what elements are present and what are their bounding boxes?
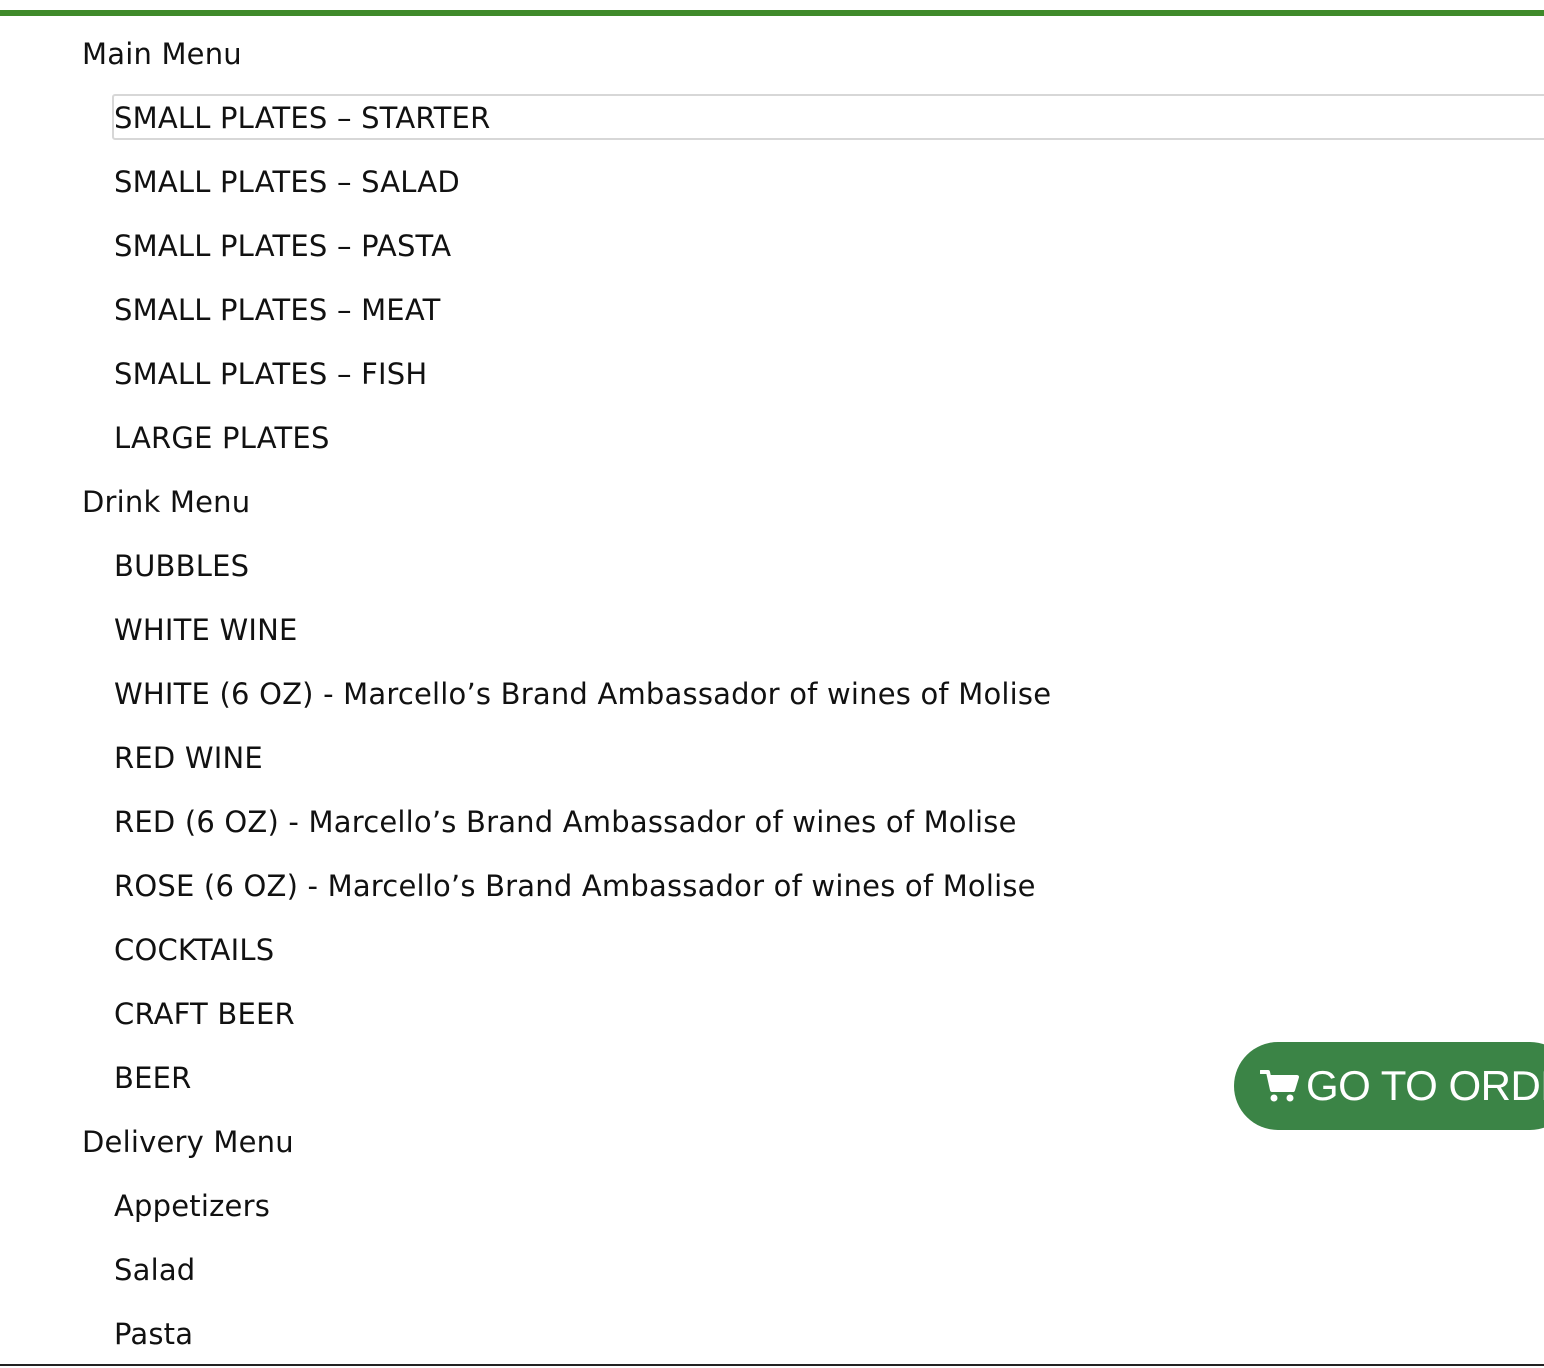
option-label: RED (6 OZ) - Marcello’s Brand Ambassador… bbox=[114, 805, 1017, 839]
option-label: SMALL PLATES – STARTER bbox=[114, 101, 491, 135]
option-cocktails[interactable]: COCKTAILS bbox=[0, 918, 1544, 982]
option-white-wine[interactable]: WHITE WINE bbox=[0, 598, 1544, 662]
option-bubbles[interactable]: BUBBLES bbox=[0, 534, 1544, 598]
option-label: LARGE PLATES bbox=[114, 421, 330, 455]
option-appetizers[interactable]: Appetizers bbox=[0, 1174, 1544, 1238]
optgroup-label: Drink Menu bbox=[82, 485, 251, 519]
category-dropdown-list[interactable]: Main Menu SMALL PLATES – STARTER SMALL P… bbox=[0, 22, 1544, 1366]
option-label: WHITE (6 OZ) - Marcello’s Brand Ambassad… bbox=[114, 677, 1052, 711]
option-red-6oz[interactable]: RED (6 OZ) - Marcello’s Brand Ambassador… bbox=[0, 790, 1544, 854]
go-to-order-label: GO TO ORDE bbox=[1306, 1062, 1544, 1109]
option-red-wine[interactable]: RED WINE bbox=[0, 726, 1544, 790]
option-label: BEER bbox=[114, 1061, 192, 1095]
option-label: WHITE WINE bbox=[114, 613, 298, 647]
option-label: Pasta bbox=[114, 1317, 194, 1351]
option-craft-beer[interactable]: CRAFT BEER bbox=[0, 982, 1544, 1046]
optgroup-main-menu: Main Menu bbox=[0, 22, 1544, 86]
option-label: SMALL PLATES – SALAD bbox=[114, 165, 460, 199]
option-label: SMALL PLATES – FISH bbox=[114, 357, 428, 391]
option-small-plates-starter[interactable]: SMALL PLATES – STARTER bbox=[0, 86, 1544, 150]
option-small-plates-pasta[interactable]: SMALL PLATES – PASTA bbox=[0, 214, 1544, 278]
option-label: ROSE (6 OZ) - Marcello’s Brand Ambassado… bbox=[114, 869, 1036, 903]
option-pasta[interactable]: Pasta bbox=[0, 1302, 1544, 1366]
option-label: Salad bbox=[114, 1253, 196, 1287]
option-label: Appetizers bbox=[114, 1189, 271, 1223]
option-small-plates-salad[interactable]: SMALL PLATES – SALAD bbox=[0, 150, 1544, 214]
optgroup-label: Delivery Menu bbox=[82, 1125, 294, 1159]
option-small-plates-meat[interactable]: SMALL PLATES – MEAT bbox=[0, 278, 1544, 342]
cart-icon bbox=[1260, 1070, 1299, 1102]
option-large-plates[interactable]: LARGE PLATES bbox=[0, 406, 1544, 470]
option-label: RED WINE bbox=[114, 741, 263, 775]
option-label: SMALL PLATES – MEAT bbox=[114, 293, 441, 327]
option-label: SMALL PLATES – PASTA bbox=[114, 229, 452, 263]
option-label: BUBBLES bbox=[114, 549, 250, 583]
optgroup-label: Main Menu bbox=[82, 37, 242, 71]
bottom-divider bbox=[0, 1364, 1544, 1366]
option-rose-6oz[interactable]: ROSE (6 OZ) - Marcello’s Brand Ambassado… bbox=[0, 854, 1544, 918]
top-accent-bar bbox=[0, 10, 1544, 16]
option-label: CRAFT BEER bbox=[114, 997, 295, 1031]
go-to-order-button[interactable]: GO TO ORDE bbox=[1234, 1042, 1544, 1130]
option-label: COCKTAILS bbox=[114, 933, 275, 967]
option-white-6oz[interactable]: WHITE (6 OZ) - Marcello’s Brand Ambassad… bbox=[0, 662, 1544, 726]
option-salad[interactable]: Salad bbox=[0, 1238, 1544, 1302]
optgroup-drink-menu: Drink Menu bbox=[0, 470, 1544, 534]
option-small-plates-fish[interactable]: SMALL PLATES – FISH bbox=[0, 342, 1544, 406]
